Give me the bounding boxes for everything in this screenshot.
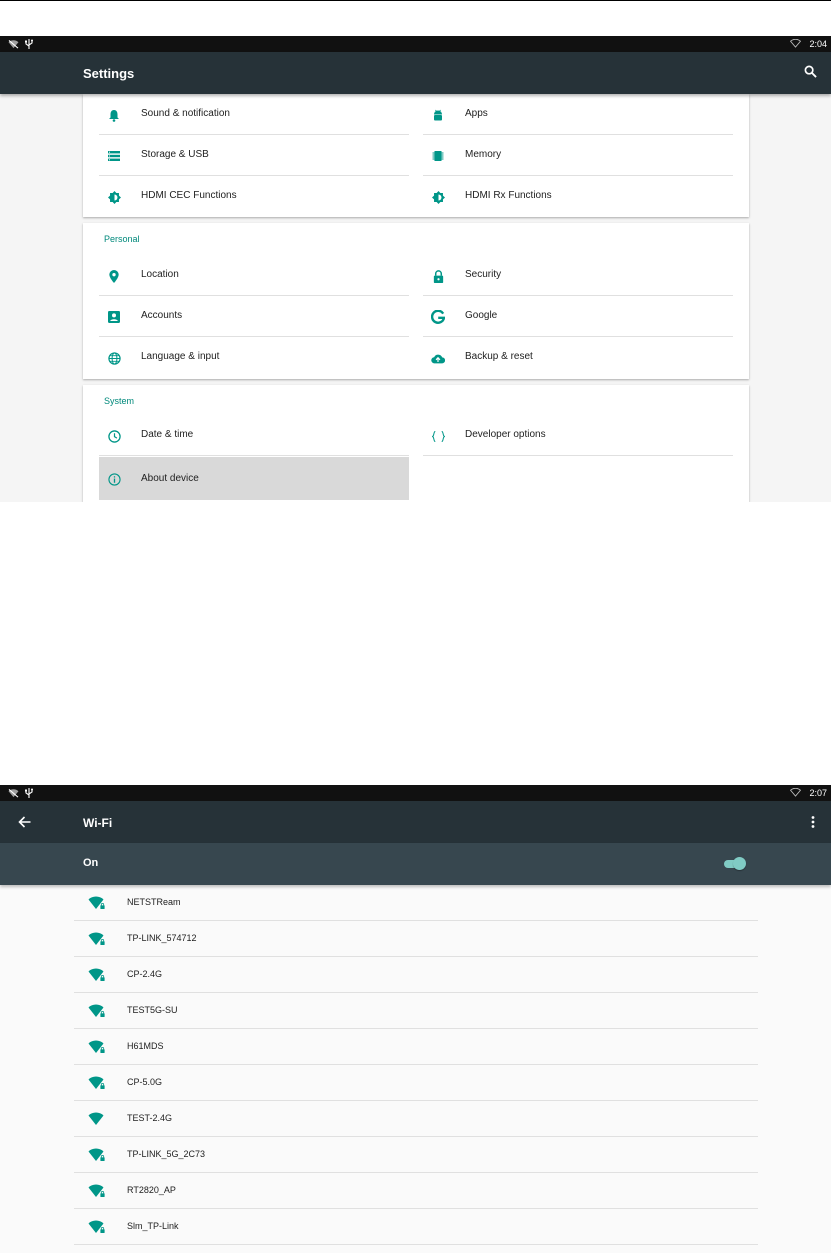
location-item[interactable]: Location: [99, 255, 409, 296]
system-card: System Date & time Developer options Abo…: [83, 385, 749, 502]
network-item[interactable]: RT2820_AP: [74, 1173, 758, 1209]
network-item[interactable]: H61MDS: [74, 1029, 758, 1065]
network-ssid: NETSTReam: [127, 897, 181, 907]
network-item[interactable]: TEST-2.4G: [74, 1101, 758, 1137]
settings-app-bar: Settings: [0, 52, 831, 94]
wifi-lock-icon: [88, 1076, 106, 1095]
wifi-switch-label: On: [83, 857, 99, 869]
wifi-lock-icon: [88, 1184, 106, 1203]
search-icon[interactable]: [804, 65, 817, 83]
status-bar: 2:07: [0, 785, 831, 801]
backup-reset-item[interactable]: Backup & reset: [423, 337, 733, 378]
wifi-off-status-icon: [8, 39, 19, 51]
wifi-app-bar: Wi-Fi: [0, 801, 831, 843]
android-icon: [431, 108, 445, 122]
sound-notification-item[interactable]: Sound & notification: [99, 94, 409, 135]
hdmi-rx-item[interactable]: HDMI Rx Functions: [423, 176, 733, 217]
network-item[interactable]: TP-LINK_5G_2C73: [74, 1137, 758, 1173]
network-ssid: TP-LINK_574712: [127, 933, 197, 943]
wifi-lock-icon: [88, 1040, 106, 1059]
status-bar: 2:04: [0, 36, 831, 52]
network-item[interactable]: CP-2.4G: [74, 957, 758, 993]
toggle-thumb: [733, 857, 746, 870]
personal-header: Personal: [104, 234, 140, 244]
wifi-lock-icon: [88, 968, 106, 987]
wifi-lock-icon: [88, 1004, 106, 1023]
usb-status-icon: [25, 39, 33, 51]
network-ssid: CP-5.0G: [127, 1077, 163, 1087]
network-ssid: Slm_TP-Link: [127, 1221, 179, 1231]
brightness-icon: [431, 190, 445, 204]
system-header: System: [104, 396, 135, 406]
network-ssid: RT2820_AP: [127, 1185, 176, 1195]
memory-chip-icon: [431, 149, 445, 163]
wifi-outline-status-icon: [790, 787, 802, 799]
security-item[interactable]: Security: [423, 255, 733, 296]
device-card: Sound & notification Apps Storage & USB …: [83, 94, 749, 217]
network-item[interactable]: TEST5G-SU: [74, 993, 758, 1029]
back-arrow-icon[interactable]: [18, 815, 31, 833]
network-ssid: H61MDS: [127, 1041, 164, 1051]
storage-icon: [107, 149, 121, 163]
memory-item[interactable]: Memory: [423, 135, 733, 176]
page-title: Settings: [83, 66, 135, 81]
personal-card: Personal Location Security Accounts Goog…: [83, 223, 749, 379]
network-list: NETSTReam TP-LINK_574712 CP-2.4G TEST5G-SU H…: [74, 885, 758, 1245]
date-time-item[interactable]: Date & time: [99, 415, 409, 456]
about-device-item[interactable]: About device: [99, 457, 409, 500]
language-input-item[interactable]: Language & input: [99, 337, 409, 378]
cloud-upload-icon: [431, 351, 445, 365]
apps-item[interactable]: Apps: [423, 94, 733, 135]
wifi-lock-icon: [88, 1220, 106, 1239]
lock-icon: [431, 269, 445, 283]
network-ssid: TP-LINK_5G_2C73: [127, 1149, 206, 1159]
info-icon: [107, 472, 121, 486]
clock-icon: [107, 429, 121, 443]
wifi-screen: 2:07 Wi-Fi On NETSTReam TP-LINK_574712 CP-…: [0, 785, 831, 1253]
settings-screen: 2:04 Settings Sound & notification Apps …: [0, 36, 831, 502]
network-item[interactable]: Slm_TP-Link: [74, 1209, 758, 1245]
storage-usb-item[interactable]: Storage & USB: [99, 135, 409, 176]
account-box-icon: [107, 310, 121, 324]
brightness-icon: [107, 190, 121, 204]
more-vert-icon[interactable]: [811, 815, 815, 833]
network-ssid: TEST5G-SU: [127, 1005, 178, 1015]
status-time: 2:07: [809, 788, 827, 798]
wifi-outline-status-icon: [790, 38, 802, 50]
wifi-toggle[interactable]: [722, 857, 746, 871]
usb-status-icon: [25, 788, 33, 800]
status-time: 2:04: [809, 39, 827, 49]
top-rule: [0, 0, 831, 1]
wifi-switch-bar[interactable]: On: [0, 843, 831, 885]
google-item[interactable]: Google: [423, 296, 733, 337]
location-pin-icon: [107, 269, 121, 283]
globe-icon: [107, 351, 121, 365]
network-item[interactable]: NETSTReam: [74, 885, 758, 921]
braces-icon: [431, 429, 445, 443]
network-ssid: TEST-2.4G: [127, 1113, 173, 1123]
wifi-off-status-icon: [8, 788, 19, 800]
bell-icon: [107, 108, 121, 122]
wifi-lock-icon: [88, 1148, 106, 1167]
network-ssid: CP-2.4G: [127, 969, 163, 979]
wifi-icon: [88, 1112, 106, 1131]
page-title: Wi-Fi: [83, 816, 113, 830]
accounts-item[interactable]: Accounts: [99, 296, 409, 337]
developer-options-item[interactable]: Developer options: [423, 415, 733, 456]
hdmi-cec-item[interactable]: HDMI CEC Functions: [99, 176, 409, 217]
wifi-lock-icon: [88, 932, 106, 951]
network-item[interactable]: TP-LINK_574712: [74, 921, 758, 957]
network-item[interactable]: CP-5.0G: [74, 1065, 758, 1101]
wifi-lock-icon: [88, 896, 106, 915]
google-icon: [431, 310, 445, 324]
